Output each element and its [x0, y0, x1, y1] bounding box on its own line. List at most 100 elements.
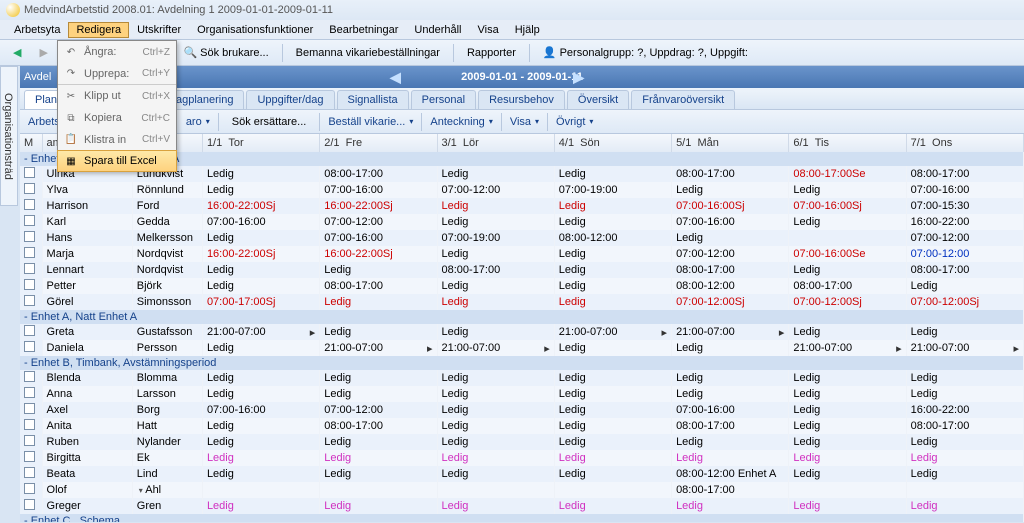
menu-visa[interactable]: Visa [470, 22, 507, 38]
schedule-cell[interactable]: Ledig [202, 450, 319, 466]
nav-back-button[interactable]: ◀ [6, 43, 28, 62]
menu-utskrifter[interactable]: Utskrifter [129, 22, 189, 38]
next-period-button[interactable]: ▶ [573, 69, 584, 86]
schedule-cell[interactable]: Ledig [672, 498, 789, 514]
tab-översikt[interactable]: Översikt [567, 90, 629, 109]
schedule-cell[interactable]: Ledig [320, 370, 437, 386]
schedule-cell[interactable]: Ledig [554, 434, 671, 450]
schedule-cell[interactable]: Ledig [202, 230, 319, 246]
schedule-cell[interactable]: Ledig [437, 278, 554, 294]
schedule-cell[interactable]: Ledig [202, 166, 319, 182]
schedule-cell[interactable]: Ledig [789, 182, 906, 198]
schedule-cell[interactable] [320, 482, 437, 498]
row-checkbox[interactable] [20, 482, 42, 498]
schedule-cell[interactable]: Ledig [789, 498, 906, 514]
sidebar-orgtree-tab[interactable]: Organisationsträd [0, 66, 18, 206]
schedule-cell[interactable]: Ledig [320, 324, 437, 340]
schedule-cell[interactable]: 08:00-12:00 Enhet A [672, 466, 789, 482]
schedule-cell[interactable]: Ledig [437, 246, 554, 262]
schedule-cell[interactable]: Ledig [789, 324, 906, 340]
schedule-cell[interactable]: Ledig [906, 450, 1023, 466]
schedule-cell[interactable]: 07:00-19:00 [437, 230, 554, 246]
schedule-cell[interactable]: Ledig [437, 166, 554, 182]
schedule-cell[interactable]: 08:00-17:00 [906, 262, 1023, 278]
schedule-cell[interactable]: Ledig [320, 498, 437, 514]
schedule-cell[interactable]: 07:00-16:00Se [789, 246, 906, 262]
schedule-cell[interactable]: 07:00-16:00 [202, 214, 319, 230]
row-checkbox[interactable] [20, 214, 42, 230]
schedule-cell[interactable]: Ledig [789, 402, 906, 418]
schedule-cell[interactable]: Ledig [672, 434, 789, 450]
search-user-button[interactable]: 🔍Sök brukare... [176, 43, 275, 62]
schedule-grid[interactable]: Mamn1/1 Tor2/1 Fre3/1 Lör4/1 Sön5/1 Mån6… [20, 134, 1024, 522]
schedule-cell[interactable] [789, 482, 906, 498]
schedule-cell[interactable]: 21:00-07:00▸ [554, 324, 671, 340]
schedule-cell[interactable]: Ledig [906, 386, 1023, 402]
row-checkbox[interactable] [20, 450, 42, 466]
schedule-cell[interactable]: 21:00-07:00▸ [672, 324, 789, 340]
schedule-cell[interactable]: Ledig [202, 370, 319, 386]
schedule-cell[interactable]: Ledig [437, 498, 554, 514]
schedule-cell[interactable]: Ledig [202, 262, 319, 278]
menu-item-upprepa[interactable]: ↷Upprepa:Ctrl+Y [58, 63, 176, 85]
schedule-cell[interactable]: Ledig [906, 324, 1023, 340]
schedule-cell[interactable]: Ledig [437, 466, 554, 482]
schedule-cell[interactable] [202, 482, 319, 498]
schedule-cell[interactable]: Ledig [554, 466, 671, 482]
col-day[interactable]: 5/1 Mån [672, 134, 789, 152]
schedule-cell[interactable]: Ledig [437, 450, 554, 466]
schedule-cell[interactable]: Ledig [437, 386, 554, 402]
schedule-cell[interactable]: Ledig [554, 294, 671, 310]
row-checkbox[interactable] [20, 278, 42, 294]
schedule-cell[interactable] [789, 230, 906, 246]
redigera-menu[interactable]: ↶Ångra:Ctrl+Z↷Upprepa:Ctrl+Y✂Klipp utCtr… [57, 40, 177, 172]
schedule-cell[interactable]: 08:00-17:00Se [789, 166, 906, 182]
section-header[interactable]: - Enhet C , Schema [20, 514, 1024, 522]
schedule-cell[interactable]: 08:00-12:00 [672, 278, 789, 294]
schedule-cell[interactable]: 07:00-19:00 [554, 182, 671, 198]
ovrigt-dropdown[interactable]: Övrigt [552, 114, 597, 130]
bemanna-button[interactable]: Bemanna vikariebeställningar [289, 44, 447, 62]
menu-item-sparatillexcel[interactable]: ▦Spara till Excel [57, 150, 177, 172]
menu-bearbetningar[interactable]: Bearbetningar [321, 22, 406, 38]
section-header[interactable]: - Enhet B, Timbank, Avstämningsperiod [20, 356, 1024, 370]
schedule-cell[interactable]: 16:00-22:00 [906, 402, 1023, 418]
schedule-cell[interactable]: 07:00-16:00 [320, 182, 437, 198]
schedule-cell[interactable]: 08:00-12:00 [554, 230, 671, 246]
schedule-cell[interactable]: Ledig [672, 370, 789, 386]
row-checkbox[interactable] [20, 246, 42, 262]
schedule-cell[interactable]: 07:00-12:00Sj [906, 294, 1023, 310]
schedule-cell[interactable]: 07:00-16:00 [906, 182, 1023, 198]
schedule-cell[interactable]: 07:00-16:00 [202, 402, 319, 418]
schedule-cell[interactable]: Ledig [789, 434, 906, 450]
schedule-cell[interactable]: 07:00-12:00 [672, 246, 789, 262]
schedule-cell[interactable]: Ledig [554, 498, 671, 514]
schedule-cell[interactable]: Ledig [320, 466, 437, 482]
row-checkbox[interactable] [20, 324, 42, 340]
row-checkbox[interactable] [20, 434, 42, 450]
row-checkbox[interactable] [20, 402, 42, 418]
schedule-cell[interactable]: Ledig [789, 262, 906, 278]
schedule-cell[interactable]: 08:00-17:00 [437, 262, 554, 278]
menu-item-kopiera[interactable]: ⧉KopieraCtrl+C [58, 107, 176, 129]
schedule-cell[interactable]: 07:00-12:00 [906, 230, 1023, 246]
schedule-cell[interactable]: 08:00-17:00 [906, 418, 1023, 434]
row-checkbox[interactable] [20, 466, 42, 482]
tab-signallista[interactable]: Signallista [337, 90, 409, 109]
row-checkbox[interactable] [20, 198, 42, 214]
schedule-cell[interactable]: Ledig [202, 386, 319, 402]
menu-underhåll[interactable]: Underhåll [406, 22, 469, 38]
tab-frånvaroöversikt[interactable]: Frånvaroöversikt [631, 90, 735, 109]
schedule-cell[interactable]: 16:00-22:00Sj [202, 198, 319, 214]
row-checkbox[interactable] [20, 230, 42, 246]
schedule-cell[interactable]: Ledig [202, 278, 319, 294]
sok-ersattare-button[interactable]: Sök ersättare... [225, 113, 314, 131]
schedule-cell[interactable]: 07:00-17:00Sj [202, 294, 319, 310]
schedule-cell[interactable]: Ledig [906, 434, 1023, 450]
row-checkbox[interactable] [20, 166, 42, 182]
schedule-cell[interactable]: 08:00-17:00 [789, 278, 906, 294]
schedule-cell[interactable] [437, 482, 554, 498]
schedule-cell[interactable]: Ledig [672, 340, 789, 356]
aro-dropdown[interactable]: aro [182, 114, 214, 130]
schedule-cell[interactable]: 21:00-07:00▸ [437, 340, 554, 356]
